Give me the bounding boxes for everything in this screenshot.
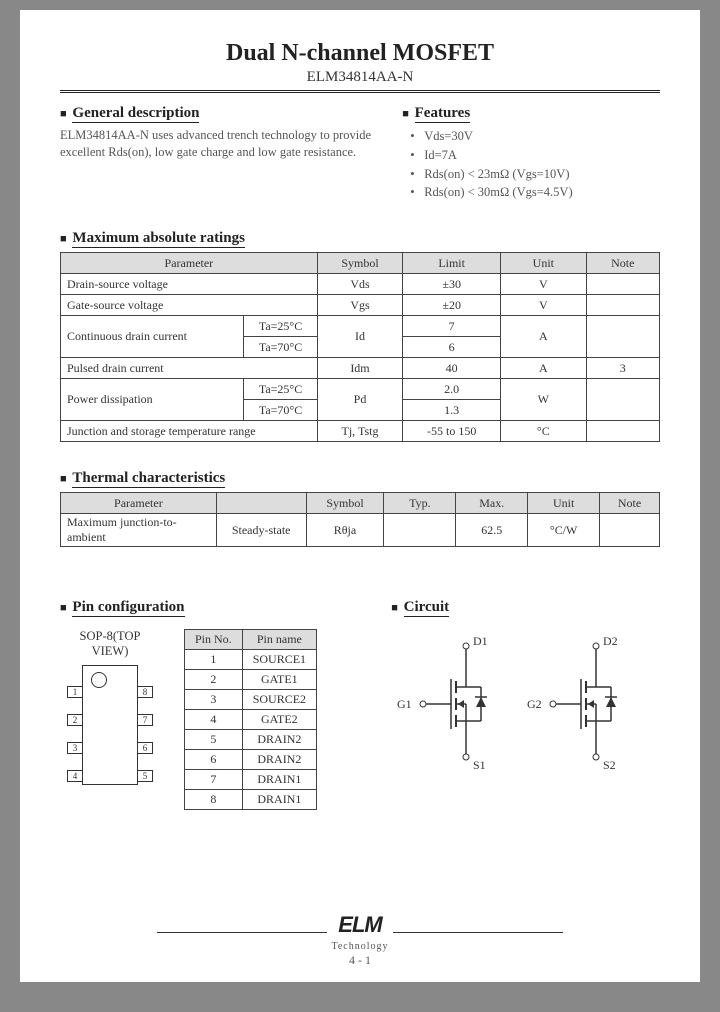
pin-2: 2 <box>67 714 83 726</box>
pin-3: 3 <box>67 742 83 754</box>
pin-config-section: Pin configuration SOP-8(TOP VIEW) 1 2 3 … <box>60 595 371 810</box>
label-d1: D1 <box>473 634 488 648</box>
pin-8: 8 <box>137 686 153 698</box>
table-row: Gate-source voltage Vgs ±20 V <box>61 295 660 316</box>
feature-item: Rds(on) < 30mΩ (Vgs=4.5V) <box>416 183 660 202</box>
logo-subtext: Technology <box>331 941 388 952</box>
general-description-section: General description ELM34814AA-N uses ad… <box>60 101 382 202</box>
feature-item: Vds=30V <box>416 127 660 146</box>
pin-5: 5 <box>137 770 153 782</box>
thermal-heading: Thermal characteristics <box>60 470 660 488</box>
table-row: 2GATE1 <box>185 670 317 690</box>
label-g2: G2 <box>527 697 542 711</box>
title-rule <box>60 90 660 93</box>
chip-body-icon: 1 2 3 4 8 7 6 5 <box>82 665 138 785</box>
table-row: Power dissipation Ta=25°C Pd 2.0 W <box>61 379 660 400</box>
table-row: 8DRAIN1 <box>185 790 317 810</box>
pin-table: Pin No. Pin name 1SOURCE1 2GATE1 3SOURCE… <box>184 629 317 810</box>
logo-icon: ELM <box>338 912 381 937</box>
feature-item: Id=7A <box>416 146 660 165</box>
pin-1: 1 <box>67 686 83 698</box>
label-s1: S1 <box>473 758 486 772</box>
col-parameter: Parameter <box>61 493 217 514</box>
pin-config-heading: Pin configuration <box>60 599 371 617</box>
col-pin-no: Pin No. <box>185 630 243 650</box>
table-row: 1SOURCE1 <box>185 650 317 670</box>
col-symbol: Symbol <box>317 253 403 274</box>
circuit-heading: Circuit <box>391 599 660 617</box>
general-heading: General description <box>60 105 382 123</box>
pin-circuit-row: Pin configuration SOP-8(TOP VIEW) 1 2 3 … <box>60 595 660 810</box>
circuit-section: Circuit <box>391 595 660 810</box>
features-heading: Features <box>402 105 660 123</box>
page-title: Dual N-channel MOSFET <box>60 40 660 67</box>
col-max: Max. <box>456 493 528 514</box>
table-row: 3SOURCE2 <box>185 690 317 710</box>
table-row: Junction and storage temperature range T… <box>61 421 660 442</box>
page-footer: ELM Technology 4 - 1 <box>20 912 700 968</box>
col-limit: Limit <box>403 253 501 274</box>
feature-item: Rds(on) < 23mΩ (Vgs=10V) <box>416 165 660 184</box>
table-row: 5DRAIN2 <box>185 730 317 750</box>
package-diagram: SOP-8(TOP VIEW) 1 2 3 4 8 7 6 5 <box>60 629 160 785</box>
pin-6: 6 <box>137 742 153 754</box>
features-section: Features Vds=30V Id=7A Rds(on) < 23mΩ (V… <box>402 101 660 202</box>
table-row: Continuous drain current Ta=25°C Id 7 A <box>61 316 660 337</box>
label-d2: D2 <box>603 634 618 648</box>
col-note: Note <box>586 253 659 274</box>
table-row: Pulsed drain current Idm 40 A 3 <box>61 358 660 379</box>
col-symbol: Symbol <box>306 493 384 514</box>
col-parameter: Parameter <box>61 253 318 274</box>
notch-icon <box>91 672 107 688</box>
circuit-diagram-icon: D1 D2 G1 G2 S1 S2 <box>391 629 651 789</box>
col-pin-name: Pin name <box>242 630 316 650</box>
package-view-label: SOP-8(TOP VIEW) <box>60 629 160 659</box>
intro-columns: General description ELM34814AA-N uses ad… <box>60 101 660 202</box>
pin-4: 4 <box>67 770 83 782</box>
label-s2: S2 <box>603 758 616 772</box>
page-number: 4 - 1 <box>20 953 700 968</box>
label-g1: G1 <box>397 697 412 711</box>
table-row: Drain-source voltage Vds ±30 V <box>61 274 660 295</box>
table-row: 4GATE2 <box>185 710 317 730</box>
pin-7: 7 <box>137 714 153 726</box>
features-list: Vds=30V Id=7A Rds(on) < 23mΩ (Vgs=10V) R… <box>402 127 660 202</box>
col-note: Note <box>600 493 660 514</box>
col-unit: Unit <box>528 493 600 514</box>
table-row: 6DRAIN2 <box>185 750 317 770</box>
datasheet-page: Dual N-channel MOSFET ELM34814AA-N Gener… <box>20 10 700 982</box>
col-unit: Unit <box>501 253 587 274</box>
general-text: ELM34814AA-N uses advanced trench techno… <box>60 127 382 161</box>
col-typ: Typ. <box>384 493 456 514</box>
max-ratings-heading: Maximum absolute ratings <box>60 230 660 248</box>
max-ratings-table: Parameter Symbol Limit Unit Note Drain-s… <box>60 252 660 442</box>
part-number: ELM34814AA-N <box>60 69 660 86</box>
thermal-table: Parameter Symbol Typ. Max. Unit Note Max… <box>60 492 660 547</box>
table-row: 7DRAIN1 <box>185 770 317 790</box>
table-row: Maximum junction-to-ambient Steady-state… <box>61 514 660 547</box>
